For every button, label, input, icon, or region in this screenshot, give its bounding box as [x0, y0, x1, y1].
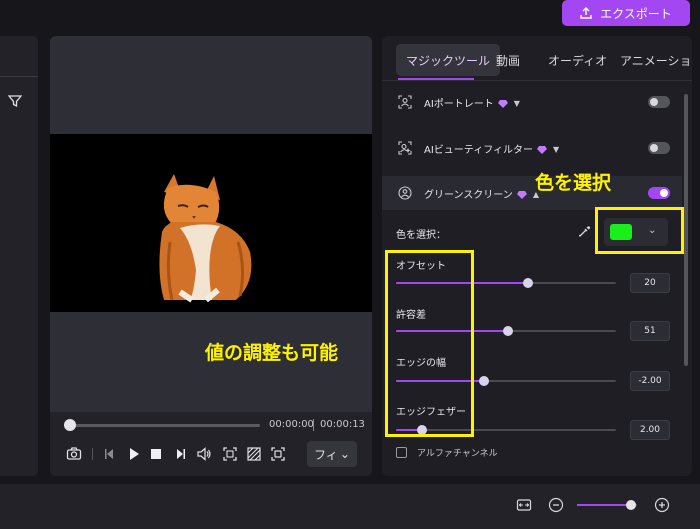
play-icon[interactable] — [126, 446, 142, 462]
volume-icon[interactable] — [196, 446, 212, 462]
divider — [0, 76, 38, 77]
zoom-slider[interactable] — [577, 500, 637, 510]
feature-ai-portrait[interactable]: AIポートレート ▼ — [382, 85, 682, 119]
fit-dropdown[interactable]: フィ ⌄ — [307, 441, 357, 467]
alpha-channel-option[interactable]: アルファチャンネル — [396, 446, 498, 459]
alpha-channel-checkbox[interactable] — [396, 447, 407, 458]
progress-thumb[interactable] — [64, 419, 76, 431]
color-select-label: 色を選択： — [396, 230, 446, 241]
annotation-color-select: 色を選択 — [535, 172, 612, 194]
feature-label: AIビューティフィルター — [424, 144, 533, 156]
export-label: エクスポート — [600, 6, 672, 21]
feature-label: AIポートレート — [424, 98, 494, 110]
previous-frame-icon[interactable] — [102, 446, 118, 462]
progress-track[interactable] — [64, 424, 260, 427]
video-frame[interactable] — [50, 134, 372, 312]
feature-ai-beauty-filter[interactable]: AIビューティフィルター ▼ — [382, 131, 682, 165]
slider-thumb[interactable] — [503, 326, 514, 336]
feature-green-screen[interactable]: グリーンスクリーン ▲ — [382, 176, 682, 210]
divider — [382, 80, 692, 81]
export-icon — [580, 7, 592, 19]
premium-gem-icon — [516, 190, 527, 199]
crop-icon[interactable] — [222, 446, 238, 462]
divider — [92, 448, 93, 460]
snapshot-icon[interactable] — [66, 446, 82, 462]
cat-image — [159, 174, 252, 303]
left-panel — [0, 36, 38, 476]
ai-portrait-toggle[interactable] — [648, 96, 670, 108]
premium-gem-icon — [497, 99, 508, 108]
slider-thumb[interactable] — [479, 376, 489, 386]
edge-width-value-input[interactable]: -2.00 — [630, 371, 670, 391]
chevron-down-icon[interactable]: ▼ — [514, 99, 520, 108]
zoom-out-icon[interactable] — [548, 497, 564, 513]
ai-beauty-filter-toggle[interactable] — [648, 142, 670, 154]
filter-icon[interactable] — [8, 94, 22, 108]
next-frame-icon[interactable] — [172, 446, 188, 462]
export-button[interactable]: エクスポート — [562, 0, 690, 26]
fit-timeline-icon[interactable] — [516, 497, 532, 513]
zoom-thumb[interactable] — [626, 500, 636, 510]
edge-feather-value-input[interactable]: 2.00 — [630, 420, 670, 440]
video-player: 00:00:00 00:00:13 フィ ⌄ — [50, 36, 372, 476]
tab-video[interactable]: 動画 — [496, 44, 520, 76]
scrollbar[interactable] — [684, 94, 688, 366]
annotation-box-sliders — [385, 250, 474, 437]
tolerance-value-input[interactable]: 51 — [630, 321, 670, 341]
chevron-down-icon: ⌄ — [339, 447, 350, 461]
annotation-adjust-values: 値の調整も可能 — [205, 342, 339, 364]
current-time: 00:00:00 — [269, 419, 314, 430]
timeline-toolbar — [0, 484, 700, 529]
tab-audio[interactable]: オーディオ — [548, 44, 607, 76]
canvas-background — [50, 36, 372, 134]
portrait-icon — [398, 95, 412, 109]
green-screen-icon — [398, 186, 412, 200]
fullscreen-icon[interactable] — [270, 446, 286, 462]
feature-label: グリーンスクリーン — [424, 189, 513, 201]
premium-gem-icon — [537, 145, 547, 154]
tab-magic-tools[interactable]: マジックツール — [396, 44, 501, 76]
tab-animation[interactable]: アニメーション — [620, 44, 692, 76]
slider-thumb[interactable] — [523, 278, 533, 288]
fit-label: フィ — [314, 447, 338, 462]
chevron-down-icon[interactable]: ▼ — [553, 145, 559, 154]
tab-bar: マジックツール 動画 オーディオ アニメーション — [382, 36, 692, 80]
time-divider — [313, 419, 314, 431]
eyedropper-icon[interactable] — [578, 225, 591, 238]
transparency-grid-icon[interactable] — [246, 446, 262, 462]
zoom-in-icon[interactable] — [654, 497, 670, 513]
alpha-channel-label: アルファチャンネル — [417, 449, 498, 459]
stop-icon[interactable] — [148, 446, 164, 462]
annotation-box-color — [595, 207, 684, 254]
green-screen-toggle[interactable] — [648, 187, 670, 199]
offset-value-input[interactable]: 20 — [630, 273, 670, 293]
zoom-fill — [577, 504, 631, 506]
total-time: 00:00:13 — [320, 419, 365, 430]
beauty-filter-icon — [398, 141, 412, 155]
